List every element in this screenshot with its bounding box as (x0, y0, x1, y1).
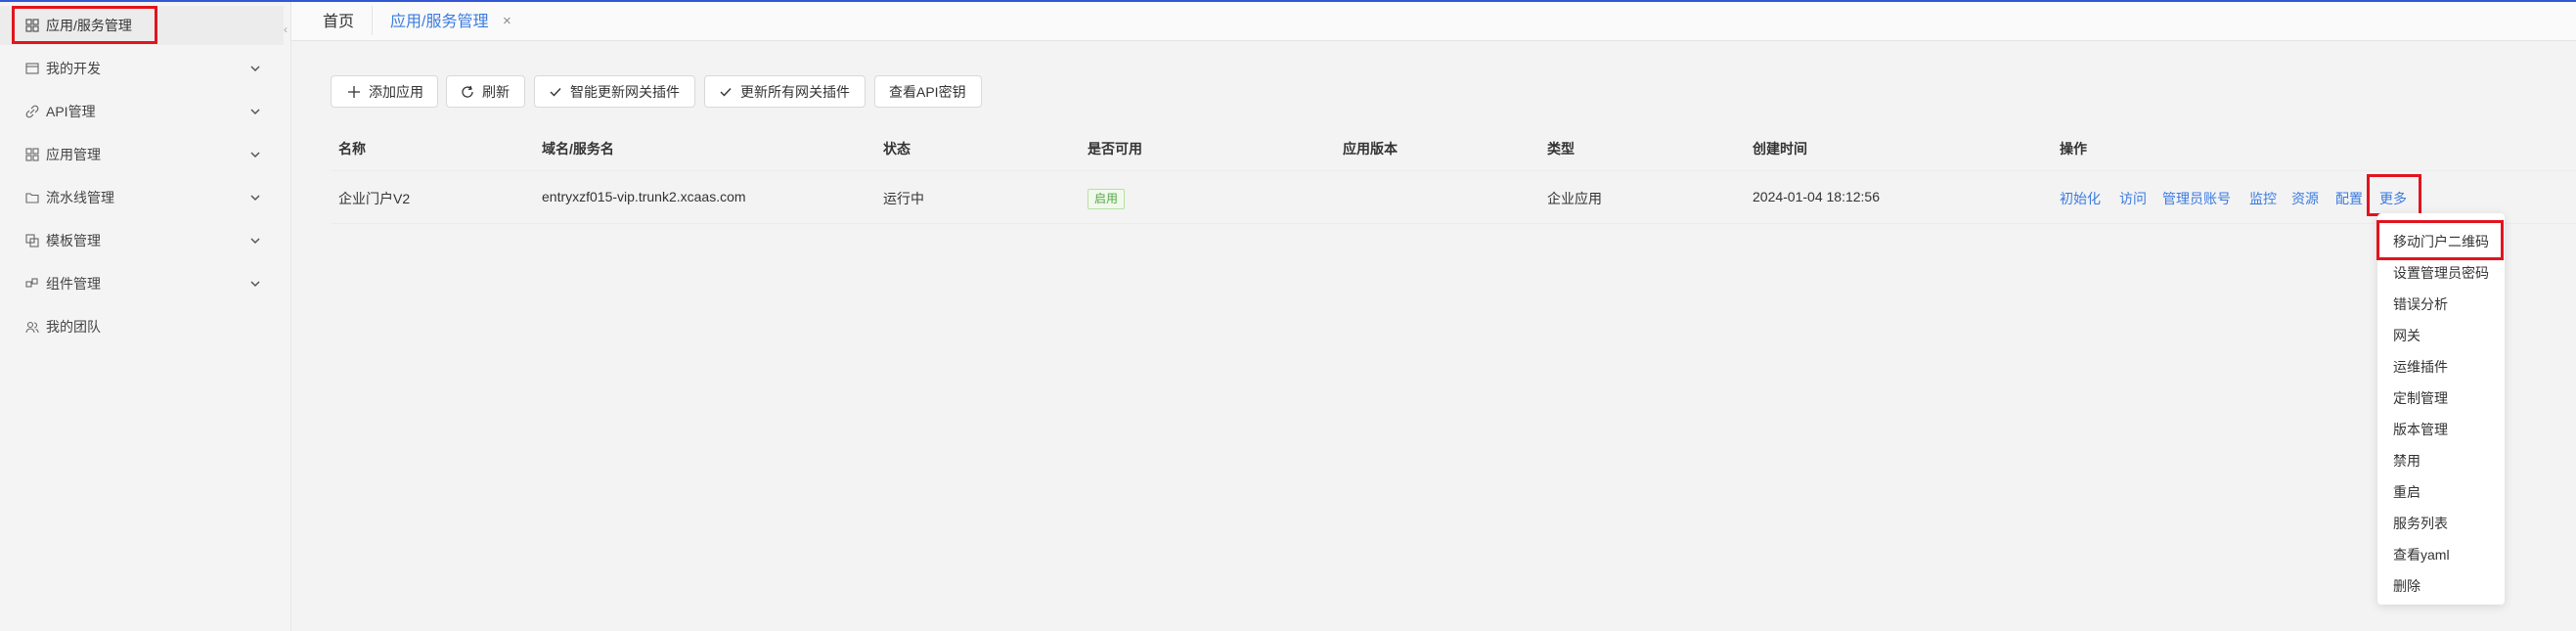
sidebar-item-app-manage[interactable]: 应用管理 (0, 135, 284, 174)
menu-item-custom-manage[interactable]: 定制管理 (2393, 388, 2448, 408)
chevron-down-icon (250, 281, 260, 288)
column-header-type: 类型 (1547, 141, 1575, 157)
button-label: 刷新 (482, 83, 510, 100)
refresh-button[interactable]: 刷新 (446, 75, 525, 108)
app-grid-icon (25, 19, 39, 32)
menu-item-view-yaml[interactable]: 查看yaml (2393, 545, 2450, 564)
table-row-divider (331, 223, 2576, 224)
tab-divider (372, 6, 373, 35)
menu-item-set-admin-password[interactable]: 设置管理员密码 (2393, 263, 2489, 283)
status-badge: 启用 (1088, 189, 1126, 209)
sidebar-item-label: 流水线管理 (46, 190, 114, 205)
column-header-domain: 域名/服务名 (542, 141, 614, 157)
tab-app-service[interactable]: 应用/服务管理 (390, 0, 488, 39)
smart-update-gateway-button[interactable]: 智能更新网关插件 (534, 75, 695, 108)
tab-bar (291, 2, 2576, 41)
chevron-down-icon (250, 109, 260, 115)
column-header-name: 名称 (338, 141, 366, 157)
menu-item-gateway[interactable]: 网关 (2393, 326, 2421, 345)
menu-item-disable[interactable]: 禁用 (2393, 451, 2421, 471)
action-monitor-link[interactable]: 监控 (2249, 189, 2277, 208)
column-header-created: 创建时间 (1753, 141, 1807, 157)
link-icon (25, 105, 39, 118)
button-label: 添加应用 (369, 83, 423, 100)
chevron-down-icon (250, 152, 260, 158)
chevron-down-icon (250, 66, 260, 72)
sidebar: 应用/服务管理 我的开发 API管理 应用管理 流水线管理 模板管理 组件管理 … (0, 2, 291, 631)
sidebar-item-label: API管理 (46, 104, 96, 119)
sidebar-item-label: 应用/服务管理 (46, 18, 132, 33)
menu-item-error-analysis[interactable]: 错误分析 (2393, 294, 2448, 314)
action-init-link[interactable]: 初始化 (2060, 189, 2101, 208)
team-icon (25, 321, 39, 334)
column-header-actions: 操作 (2060, 141, 2087, 157)
tab-close-icon[interactable]: × (503, 13, 511, 29)
column-header-version: 应用版本 (1343, 141, 1398, 157)
sidebar-item-api[interactable]: API管理 (0, 92, 284, 131)
sidebar-item-label: 应用管理 (46, 147, 101, 162)
folder-icon (25, 193, 39, 203)
chevron-down-icon (250, 195, 260, 202)
action-resources-link[interactable]: 资源 (2291, 189, 2319, 208)
add-app-button[interactable]: 添加应用 (331, 75, 438, 108)
plus-icon (348, 85, 360, 98)
update-all-gateway-button[interactable]: 更新所有网关插件 (704, 75, 866, 108)
tab-home[interactable]: 首页 (323, 0, 354, 39)
chevron-down-icon (250, 238, 260, 245)
column-header-status: 状态 (883, 141, 910, 157)
sidebar-item-team[interactable]: 我的团队 (0, 307, 284, 346)
button-label: 查看API密钥 (889, 83, 966, 100)
action-config-link[interactable]: 配置 (2335, 189, 2363, 208)
sidebar-item-pipeline[interactable]: 流水线管理 (0, 178, 284, 217)
sidebar-item-label: 模板管理 (46, 233, 101, 248)
menu-item-ops-plugin[interactable]: 运维插件 (2393, 357, 2448, 377)
more-dropdown-menu: 移动门户二维码 设置管理员密码 错误分析 网关 运维插件 定制管理 版本管理 禁… (2377, 213, 2505, 605)
sidebar-item-label: 我的团队 (46, 319, 101, 335)
menu-item-service-list[interactable]: 服务列表 (2393, 514, 2448, 533)
sidebar-item-template[interactable]: 模板管理 (0, 221, 284, 260)
button-label: 更新所有网关插件 (740, 83, 850, 100)
column-header-available: 是否可用 (1088, 141, 1142, 157)
component-icon (25, 278, 38, 288)
check-icon (550, 87, 561, 97)
sidebar-item-label: 组件管理 (46, 276, 101, 292)
menu-item-restart[interactable]: 重启 (2393, 482, 2421, 502)
cell-status: 运行中 (883, 191, 924, 206)
action-more-link[interactable]: 更多 (2379, 189, 2407, 208)
cell-type: 企业应用 (1547, 191, 1602, 206)
sidebar-item-component[interactable]: 组件管理 (0, 264, 284, 303)
collapse-sidebar-icon[interactable]: ‹ (284, 23, 293, 36)
code-window-icon (25, 63, 39, 74)
cell-created: 2024-01-04 18:12:56 (1753, 189, 1880, 204)
table-header-divider (331, 170, 2576, 171)
menu-item-version-manage[interactable]: 版本管理 (2393, 420, 2448, 439)
menu-item-mobile-qr[interactable]: 移动门户二维码 (2393, 232, 2489, 251)
sidebar-item-label: 我的开发 (46, 61, 101, 76)
action-visit-link[interactable]: 访问 (2119, 189, 2147, 208)
template-icon (25, 234, 39, 248)
grid-icon (25, 148, 39, 161)
button-label: 智能更新网关插件 (570, 83, 680, 100)
sidebar-item-my-dev[interactable]: 我的开发 (0, 49, 284, 88)
action-admin-account-link[interactable]: 管理员账号 (2162, 189, 2231, 208)
menu-item-delete[interactable]: 删除 (2393, 576, 2421, 596)
cell-domain: entryxzf015-vip.trunk2.xcaas.com (542, 189, 746, 204)
cell-name: 企业门户V2 (338, 191, 411, 206)
check-icon (720, 87, 732, 97)
sidebar-item-app-service[interactable]: 应用/服务管理 (0, 6, 284, 45)
refresh-icon (462, 85, 473, 98)
view-api-secret-button[interactable]: 查看API密钥 (874, 75, 982, 108)
